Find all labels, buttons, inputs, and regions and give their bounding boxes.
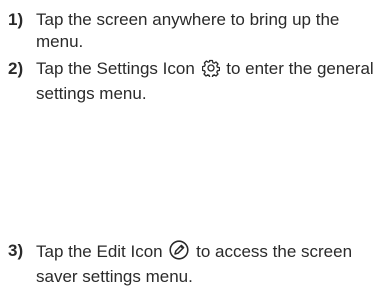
step-1: 1) Tap the screen anywhere to bring up t… <box>8 9 386 53</box>
step-number: 1) <box>8 10 24 29</box>
step-number: 2) <box>8 59 24 78</box>
step-2: 2) Tap the Settings Icon to enter the ge… <box>8 58 386 105</box>
step-3: 3) Tap the Edit Icon to access the scree… <box>8 240 386 288</box>
step-text: Tap the screen anywhere to bring up the … <box>36 10 340 51</box>
gear-icon <box>201 59 220 83</box>
step-number: 3) <box>8 241 24 260</box>
step-text: Tap the Settings Icon to enter the gener… <box>36 58 386 105</box>
pencil-circle-icon <box>169 240 189 266</box>
step-text-before: Tap the Settings Icon <box>36 59 195 78</box>
step-text: Tap the Edit Icon to access the screen s… <box>36 240 386 288</box>
step-text-before: Tap the Edit Icon <box>36 242 163 261</box>
